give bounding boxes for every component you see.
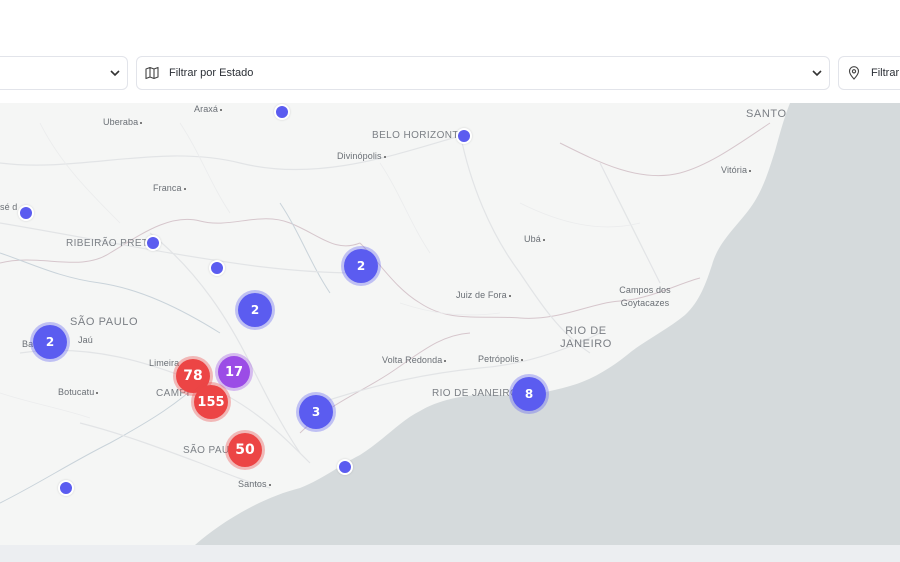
place-label: Petrópolis	[478, 354, 524, 364]
location-marker[interactable]	[18, 205, 34, 221]
cluster-count: 17	[224, 364, 244, 380]
location-marker[interactable]	[337, 459, 353, 475]
place-label: SANTO	[746, 108, 787, 120]
cluster-count: 78	[183, 368, 203, 384]
place-label: Volta Redonda	[382, 355, 447, 365]
map-icon	[145, 66, 159, 80]
place-label: BELO HORIZONT	[372, 130, 459, 141]
place-label: SÃO PAULO	[70, 316, 139, 328]
cluster-count: 2	[356, 259, 366, 273]
marker-cluster[interactable]: 155	[194, 385, 228, 419]
place-label: RIBEIRÃO PRET	[66, 238, 149, 249]
bottom-panel-edge	[0, 545, 900, 562]
place-label: Divinópolis	[337, 151, 386, 161]
place-label: Juiz de Fora	[456, 290, 511, 300]
cluster-count: 2	[250, 303, 260, 317]
left-filter-select[interactable]	[0, 56, 128, 90]
place-label: RIO DE JANEIRO	[560, 325, 612, 350]
marker-cluster[interactable]: 3	[299, 395, 333, 429]
place-label: Araxá	[194, 104, 223, 114]
state-filter-select[interactable]: Filtrar por Estado	[136, 56, 830, 90]
place-label: Uberaba	[103, 117, 143, 127]
cluster-count: 155	[197, 394, 225, 410]
location-marker[interactable]	[209, 260, 225, 276]
location-marker[interactable]	[274, 104, 290, 120]
marker-cluster[interactable]: 2	[238, 293, 272, 327]
place-label: Jaú	[78, 335, 93, 345]
place-label: SÃO PAU	[183, 445, 230, 456]
chevron-down-icon	[110, 70, 120, 77]
location-filter-select[interactable]: Filtrar	[838, 56, 900, 90]
cluster-count: 8	[524, 387, 534, 401]
place-label: Santos	[238, 479, 271, 489]
location-marker[interactable]	[145, 235, 161, 251]
place-label: Ba	[22, 339, 34, 349]
cluster-count: 2	[45, 335, 55, 349]
location-pin-icon	[848, 66, 860, 80]
marker-cluster[interactable]: 17	[218, 356, 250, 388]
marker-cluster[interactable]: 2	[33, 325, 67, 359]
state-filter-label: Filtrar por Estado	[169, 67, 254, 79]
chevron-down-icon	[812, 70, 822, 77]
place-label: Botucatu	[58, 387, 99, 397]
cluster-count: 3	[311, 405, 321, 419]
place-label: Ubá	[524, 234, 545, 244]
place-label: sé d	[0, 202, 18, 212]
marker-cluster[interactable]: 8	[512, 377, 546, 411]
marker-cluster[interactable]: 2	[344, 249, 378, 283]
place-label: Vitória	[721, 165, 752, 175]
place-label: RIO DE JANEIRO	[432, 388, 519, 399]
location-marker[interactable]	[58, 480, 74, 496]
filter-bar: Filtrar por Estado Filtrar	[0, 56, 900, 92]
map-view[interactable]: Araxá Uberaba BELO HORIZONT Divinópolis …	[0, 103, 900, 545]
marker-cluster[interactable]: 50	[228, 433, 262, 467]
location-filter-label: Filtrar	[871, 67, 900, 79]
place-label: Franca	[153, 183, 186, 193]
place-label: Campos dos Goytacazes	[619, 285, 671, 308]
place-label: Limeira	[149, 358, 180, 368]
cluster-count: 50	[235, 442, 255, 458]
location-marker[interactable]	[456, 128, 472, 144]
